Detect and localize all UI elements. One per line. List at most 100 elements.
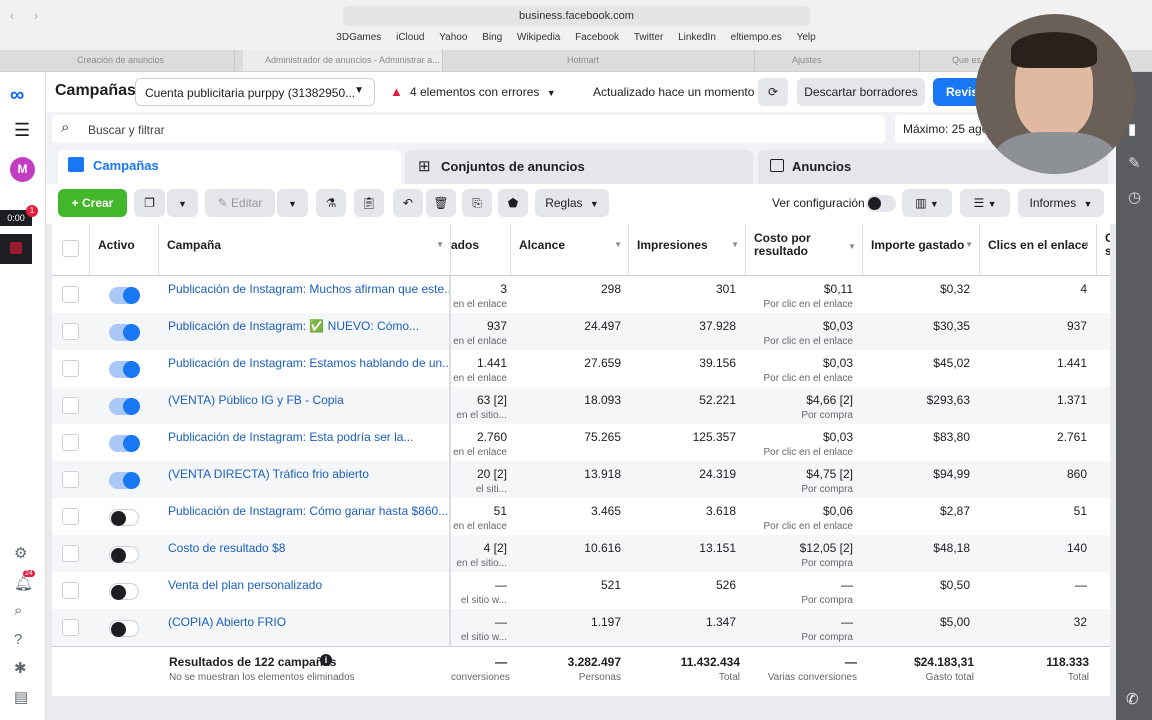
campaign-toggle[interactable] <box>109 583 139 600</box>
table-row[interactable]: Venta del plan personalizado — el sitio w.… <box>52 572 1110 609</box>
table-row[interactable]: (VENTA DIRECTA) Tráfico frio abierto 20 [… <box>52 461 1110 498</box>
campaign-toggle[interactable] <box>109 361 140 378</box>
campaign-name-link[interactable]: Publicación de Instagram: Cómo ganar has… <box>159 498 451 535</box>
bookmark[interactable]: Bing <box>482 32 502 43</box>
clipboard-button[interactable]: 📋︎ <box>354 189 384 217</box>
bookmark[interactable]: Wikipedia <box>517 32 560 43</box>
view-config-toggle[interactable] <box>866 195 896 212</box>
campaign-name-link[interactable]: Publicación de Instagram: Estamos hablan… <box>159 350 451 387</box>
row-checkbox[interactable] <box>62 323 79 340</box>
header-clicks[interactable]: Clics en el enlace ▼ <box>980 224 1097 276</box>
settings-icon[interactable]: ⚙ <box>14 544 27 562</box>
discard-drafts-button[interactable]: Descartar borradores <box>797 78 925 106</box>
table-row[interactable]: Publicación de Instagram: Estamos hablan… <box>52 350 1110 387</box>
campaign-toggle[interactable] <box>109 509 139 526</box>
table-row[interactable]: Publicación de Instagram: ✅ NUEVO: Cómo.… <box>52 313 1110 350</box>
campaign-toggle[interactable] <box>109 398 140 415</box>
refresh-button[interactable]: ⟳ <box>758 78 788 106</box>
row-checkbox[interactable] <box>62 545 79 562</box>
browser-tab[interactable]: Ajustes <box>770 50 920 71</box>
address-bar[interactable]: business.facebook.com <box>343 6 810 26</box>
bookmark[interactable]: iCloud <box>396 32 424 43</box>
pencil-icon[interactable]: ✎ <box>1128 154 1141 172</box>
campaign-name-link[interactable]: (COPIA) Abierto FRIO <box>159 609 451 646</box>
docs-icon[interactable]: ▤ <box>14 688 28 706</box>
menu-icon[interactable]: ☰ <box>14 120 30 141</box>
avatar[interactable]: M <box>10 157 35 182</box>
edit-menu-button[interactable]: ▼ <box>277 189 308 217</box>
row-checkbox[interactable] <box>62 508 79 525</box>
tag-button[interactable]: ⬟ <box>498 189 528 217</box>
back-icon[interactable]: ‹ <box>10 9 14 23</box>
search-input[interactable]: ⌕ Buscar y filtrar <box>52 115 885 143</box>
bookmark[interactable]: Yahoo <box>439 32 467 43</box>
bookmark[interactable]: Twitter <box>634 32 663 43</box>
select-all-checkbox[interactable] <box>62 240 79 257</box>
account-selector[interactable]: Cuenta publicitaria purppy (31382950... … <box>135 78 375 106</box>
browser-tab[interactable]: Creación de anuncios <box>55 50 235 71</box>
header-extra[interactable]: C s <box>1097 224 1110 276</box>
tab-campaigns[interactable]: Campañas <box>58 150 401 184</box>
errors-dropdown[interactable]: 4 elementos con errores ▼ <box>410 85 556 99</box>
campaign-toggle[interactable] <box>109 435 140 452</box>
row-checkbox[interactable] <box>62 619 79 636</box>
row-checkbox[interactable] <box>62 471 79 488</box>
campaign-toggle[interactable] <box>109 324 140 341</box>
duplicate-menu-button[interactable]: ▼ <box>167 189 198 217</box>
clock-icon[interactable]: ◷ <box>1128 188 1141 206</box>
campaign-name-link[interactable]: (VENTA DIRECTA) Tráfico frio abierto <box>159 461 451 498</box>
table-row[interactable]: Costo de resultado $8 4 [2] en el sitio...… <box>52 535 1110 572</box>
row-checkbox[interactable] <box>62 286 79 303</box>
table-row[interactable]: (COPIA) Abierto FRIO — el sitio w... 1.197 1… <box>52 609 1110 646</box>
row-checkbox[interactable] <box>62 397 79 414</box>
header-campaign[interactable]: Campaña ▼ <box>159 224 451 276</box>
campaign-name-link[interactable]: Publicación de Instagram: Muchos afirman… <box>159 276 451 313</box>
rules-button[interactable]: Reglas ▼ <box>535 189 609 217</box>
forward-icon[interactable]: › <box>34 9 38 23</box>
campaign-name-link[interactable]: (VENTA) Público IG y FB - Copia <box>159 387 451 424</box>
table-row[interactable]: Publicación de Instagram: Esta podría se… <box>52 424 1110 461</box>
header-impressions[interactable]: Impresiones ▼ <box>629 224 746 276</box>
duplicate-button[interactable]: ❐ <box>134 189 165 217</box>
campaign-name-link[interactable]: Publicación de Instagram: ✅ NUEVO: Cómo.… <box>159 313 451 350</box>
preview-button[interactable]: ⎘ <box>462 189 492 217</box>
meta-logo-icon[interactable]: ∞ <box>10 84 24 107</box>
header-spent[interactable]: Importe gastado ▼ <box>863 224 980 276</box>
date-range-selector[interactable]: Máximo: 25 ago <box>895 115 985 143</box>
row-checkbox[interactable] <box>62 360 79 377</box>
row-checkbox[interactable] <box>62 434 79 451</box>
campaign-name-link[interactable]: Costo de resultado $8 <box>159 535 451 572</box>
columns-button[interactable]: ▥ ▼ <box>902 189 952 217</box>
header-results[interactable]: ados <box>451 224 511 276</box>
table-row[interactable]: (VENTA) Público IG y FB - Copia 63 [2] en … <box>52 387 1110 424</box>
bookmark[interactable]: LinkedIn <box>678 32 716 43</box>
row-checkbox[interactable] <box>62 582 79 599</box>
bookmark[interactable]: eltiempo.es <box>731 32 782 43</box>
campaign-toggle[interactable] <box>109 546 139 563</box>
create-button[interactable]: + Crear <box>58 189 127 217</box>
search-icon[interactable]: ⌕ <box>14 602 22 619</box>
phone-icon[interactable]: ✆ <box>1126 690 1139 708</box>
reports-button[interactable]: Informes ▼ <box>1018 189 1104 217</box>
browser-tab[interactable]: Administrador de anuncios - Administrar … <box>243 50 443 71</box>
header-active[interactable]: Activo <box>90 224 159 276</box>
undo-button[interactable]: ↶ <box>393 189 423 217</box>
browser-tab[interactable]: Hotmart <box>545 50 755 71</box>
campaign-toggle[interactable] <box>109 620 139 637</box>
record-button[interactable] <box>0 234 32 264</box>
edit-button[interactable]: ✎ Editar <box>205 189 275 217</box>
bookmark[interactable]: Facebook <box>575 32 619 43</box>
bug-icon[interactable]: ✱ <box>14 659 27 677</box>
help-icon[interactable]: ? <box>14 631 22 648</box>
table-row[interactable]: Publicación de Instagram: Cómo ganar has… <box>52 498 1110 535</box>
campaign-toggle[interactable] <box>109 472 140 489</box>
delete-button[interactable]: 🗑︎ <box>426 189 456 217</box>
campaign-name-link[interactable]: Publicación de Instagram: Esta podría se… <box>159 424 451 461</box>
header-reach[interactable]: Alcance ▼ <box>511 224 629 276</box>
test-button[interactable]: ⚗ <box>316 189 346 217</box>
tab-adsets[interactable]: ⊞ Conjuntos de anuncios <box>405 150 753 184</box>
header-cost[interactable]: Costo por resultado ▼ <box>746 224 863 276</box>
bookmark[interactable]: Yelp <box>797 32 816 43</box>
breakdown-button[interactable]: ☰ ▼ <box>960 189 1010 217</box>
campaign-toggle[interactable] <box>109 287 140 304</box>
